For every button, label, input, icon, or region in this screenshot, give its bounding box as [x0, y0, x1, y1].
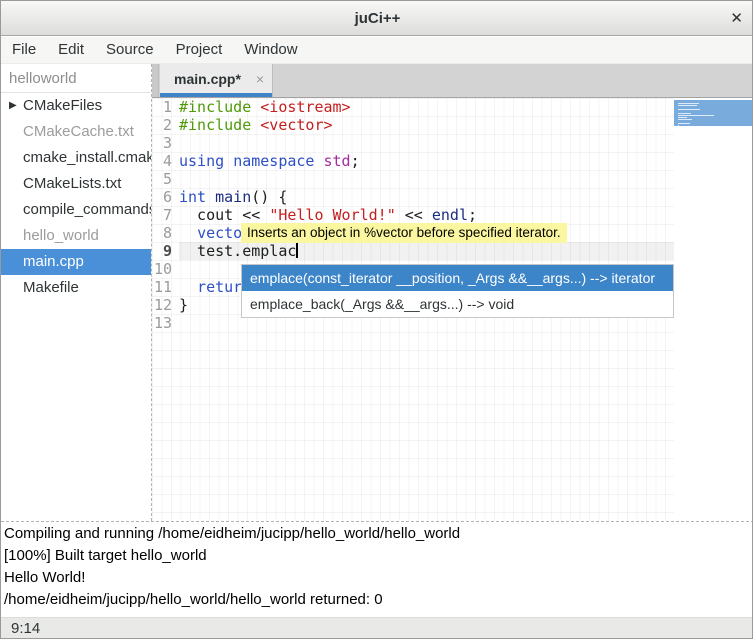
file-tree-items: ▶ CMakeFiles CMakeCache.txt cmake_install.c…	[1, 93, 151, 301]
code-text: #include <iostream>	[179, 98, 674, 116]
doc-tooltip: Inserts an object in %vector before spec…	[241, 223, 567, 243]
menu-item-source[interactable]: Source	[95, 37, 165, 63]
code-text: cout << "Hello World!" << endl;	[179, 206, 674, 224]
completion-item-0[interactable]: emplace(const_iterator __position, _Args…	[242, 265, 673, 291]
expander-icon[interactable]: ▶	[9, 93, 17, 119]
line-number: 8	[152, 224, 179, 242]
line-number: 5	[152, 170, 179, 188]
tree-item-makefile[interactable]: Makefile	[1, 275, 151, 301]
menu-item-window[interactable]: Window	[233, 37, 308, 63]
completion-popup: emplace(const_iterator __position, _Args…	[241, 264, 674, 318]
terminal-line: [100%] Built target hello_world	[4, 545, 753, 567]
tree-item-compile-commands-json[interactable]: compile_commands.json	[1, 197, 151, 223]
code-line-5[interactable]: 5	[152, 170, 674, 188]
minimap-line	[678, 105, 697, 106]
line-number: 2	[152, 116, 179, 134]
tab-bar: main.cpp* ×	[152, 64, 753, 98]
minimap-line	[678, 103, 699, 104]
minimap-line	[678, 117, 687, 118]
code-text: using namespace std;	[179, 152, 674, 170]
file-tree: helloworld ▶ CMakeFiles CMakeCache.txt cmak…	[1, 64, 151, 521]
terminal-line: Compiling and running /home/eidheim/juci…	[4, 523, 753, 545]
tree-item-cmakefiles[interactable]: ▶ CMakeFiles	[1, 93, 151, 119]
code-text: test.emplac	[179, 242, 674, 260]
menu-item-project[interactable]: Project	[165, 37, 234, 63]
code-editor[interactable]: 1#include <iostream>2#include <vector>34…	[152, 98, 674, 521]
title-bar: juCi++ ✕	[1, 1, 753, 36]
minimap-line	[678, 115, 714, 116]
tree-item-cmakelists-txt[interactable]: CMakeLists.txt	[1, 171, 151, 197]
terminal-line: Hello World!	[4, 567, 753, 589]
tree-item-hello-world[interactable]: hello_world	[1, 223, 151, 249]
code-text	[179, 134, 674, 152]
tab-main-cpp[interactable]: main.cpp* ×	[160, 64, 273, 97]
minimap-line	[678, 113, 691, 114]
code-line-4[interactable]: 4using namespace std;	[152, 152, 674, 170]
minimap-line	[678, 119, 692, 120]
jucipp-window: juCi++ ✕ FileEditSourceProjectWindow hel…	[0, 0, 753, 639]
minimap-line	[678, 125, 679, 126]
completion-item-1[interactable]: emplace_back(_Args &&__args...) --> void	[242, 291, 673, 317]
code-text: int main() {	[179, 188, 674, 206]
overview-map-slider[interactable]	[674, 100, 753, 126]
line-number: 7	[152, 206, 179, 224]
tree-item-label: compile_commands.json	[23, 201, 151, 218]
code-line-2[interactable]: 2#include <vector>	[152, 116, 674, 134]
tree-item-label: CMakeFiles	[23, 97, 102, 114]
tab-bar-strip	[152, 64, 159, 97]
code-line-7[interactable]: 7 cout << "Hello World!" << endl;	[152, 206, 674, 224]
terminal-line: /home/eidheim/jucipp/hello_world/hello_w…	[4, 589, 753, 611]
line-number: 12	[152, 296, 179, 314]
tree-item-cmakecache-txt[interactable]: CMakeCache.txt	[1, 119, 151, 145]
code-text	[179, 170, 674, 188]
line-number: 11	[152, 278, 179, 296]
window-title: juCi++	[1, 1, 753, 36]
tree-item-label: hello_world	[23, 227, 99, 244]
tree-item-label: Makefile	[23, 279, 79, 296]
line-number: 10	[152, 260, 179, 278]
tab-close-icon[interactable]: ×	[256, 64, 264, 94]
code-line-6[interactable]: 6int main() {	[152, 188, 674, 206]
close-icon[interactable]: ✕	[730, 1, 743, 36]
overview-map[interactable]	[674, 98, 753, 521]
active-tab-underline	[160, 93, 272, 97]
code-line-1[interactable]: 1#include <iostream>	[152, 98, 674, 116]
menu-item-edit[interactable]: Edit	[47, 37, 95, 63]
line-number: 4	[152, 152, 179, 170]
terminal-output[interactable]: Compiling and running /home/eidheim/juci…	[1, 522, 753, 617]
line-number: 3	[152, 134, 179, 152]
text-cursor	[296, 243, 298, 258]
tree-item-label: main.cpp	[23, 253, 84, 270]
code-line-9[interactable]: 9 test.emplac	[152, 242, 674, 260]
line-number: 13	[152, 314, 179, 332]
tree-item-main-cpp[interactable]: main.cpp	[1, 249, 151, 275]
minimap-line	[678, 123, 690, 124]
tree-item-cmake-install-cmake[interactable]: cmake_install.cmake	[1, 145, 151, 171]
code-text: #include <vector>	[179, 116, 674, 134]
status-bar: 9:14	[1, 617, 753, 639]
tab-label: main.cpp*	[174, 64, 241, 94]
tree-item-label: cmake_install.cmake	[23, 149, 151, 166]
line-number: 9	[152, 242, 179, 260]
code-line-3[interactable]: 3	[152, 134, 674, 152]
project-root-label[interactable]: helloworld	[1, 64, 151, 93]
tree-item-label: CMakeCache.txt	[23, 123, 134, 140]
menu-item-file[interactable]: File	[1, 37, 47, 63]
line-number: 6	[152, 188, 179, 206]
menu-bar: FileEditSourceProjectWindow	[1, 37, 753, 64]
line-number: 1	[152, 98, 179, 116]
minimap-line	[678, 109, 700, 110]
tree-item-label: CMakeLists.txt	[23, 175, 121, 192]
cursor-position: 9:14	[1, 618, 753, 639]
